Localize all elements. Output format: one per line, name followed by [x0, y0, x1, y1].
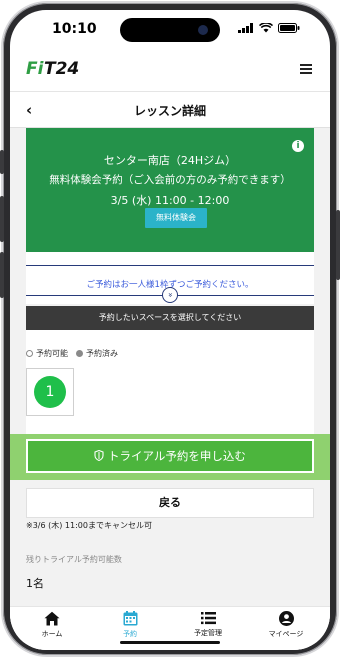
legend-reserved: 予約済み — [76, 348, 118, 359]
lesson-description: 無料体験会予約（ご入会前の方のみ予約できます） — [49, 174, 291, 186]
lesson-banner: センター南店（24Hジム） 無料体験会予約（ご入会前の方のみ予約できます） 3/… — [26, 128, 314, 252]
battery-icon — [278, 23, 300, 33]
tab-reserve[interactable]: 予約 — [100, 611, 160, 639]
trial-button-highlight: トライアル予約を申し込む — [10, 434, 330, 480]
wifi-icon — [259, 23, 273, 33]
tab-mypage[interactable]: マイページ — [256, 611, 316, 639]
tab-mypage-label: マイページ — [268, 630, 304, 638]
tab-home-label: ホーム — [41, 630, 63, 638]
info-icon[interactable]: i — [292, 140, 304, 152]
lesson-datetime: 3/5 (水) 11:00 - 12:00 — [110, 194, 230, 207]
tab-home[interactable]: ホーム — [22, 611, 82, 639]
hamburger-menu-icon[interactable] — [300, 64, 312, 74]
tab-schedule[interactable]: 予定管理 — [178, 611, 238, 638]
camera-icon — [198, 25, 208, 35]
tab-reserve-label: 予約 — [123, 630, 137, 638]
legend-reserved-label: 予約済み — [86, 349, 118, 358]
mute-switch — [0, 150, 4, 174]
reserved-dot-icon — [76, 350, 83, 357]
status-time: 10:10 — [52, 21, 97, 37]
expand-chevron-icon[interactable]: » — [162, 287, 178, 303]
dynamic-island — [120, 18, 220, 42]
fit24-logo[interactable]: Fi T24 — [26, 59, 82, 77]
status-icons — [238, 23, 300, 33]
svg-text:Fi: Fi — [26, 59, 45, 77]
list-icon — [200, 612, 216, 625]
signal-icon — [238, 23, 253, 33]
shield-icon — [94, 449, 104, 462]
app-header: Fi T24 — [10, 46, 330, 92]
legend-available-label: 予約可能 — [36, 349, 68, 358]
select-space-bar: 予約したいスペースを選択してください — [26, 306, 314, 330]
home-icon — [44, 611, 60, 626]
screen: 10:10 Fi T24 ‹ レッスン詳細 センター南店（24Hジム） 無料体験… — [10, 10, 330, 650]
user-icon — [278, 611, 294, 626]
store-name: センター南店（24Hジム） — [103, 154, 237, 167]
tab-schedule-label: 予定管理 — [194, 629, 222, 637]
home-indicator — [120, 641, 220, 644]
volume-up-button — [0, 196, 4, 242]
page-title: レッスン詳細 — [133, 104, 206, 118]
divider — [26, 265, 314, 266]
reservation-notice: ご予約はお一人様1枠ずつご予約ください。 » — [26, 252, 314, 304]
back-button[interactable]: 戻る — [26, 488, 314, 518]
status-bar: 10:10 — [10, 10, 330, 46]
available-dot-icon — [26, 350, 33, 357]
page-header: ‹ レッスン詳細 — [10, 92, 330, 128]
space-slot-box: 1 — [26, 368, 74, 416]
power-button — [336, 210, 340, 280]
trial-reserve-button[interactable]: トライアル予約を申し込む — [26, 439, 314, 473]
legend-available: 予約可能 — [26, 348, 68, 359]
calendar-icon — [123, 611, 137, 626]
cancel-deadline-note: ※3/6 (木) 11:00までキャンセル可 — [26, 521, 152, 530]
legend: 予約可能 予約済み — [26, 348, 118, 359]
svg-text:T24: T24 — [44, 59, 79, 77]
remaining-value: 1名 — [26, 577, 44, 590]
space-panel: 予約可能 予約済み 1 — [26, 330, 314, 438]
volume-down-button — [0, 252, 4, 298]
trial-reserve-label: トライアル予約を申し込む — [108, 449, 246, 463]
remaining-label: 残りトライアル予約可能数 — [26, 555, 122, 564]
space-slot-1[interactable]: 1 — [34, 376, 66, 408]
free-trial-tag: 無料体験会 — [145, 208, 207, 228]
